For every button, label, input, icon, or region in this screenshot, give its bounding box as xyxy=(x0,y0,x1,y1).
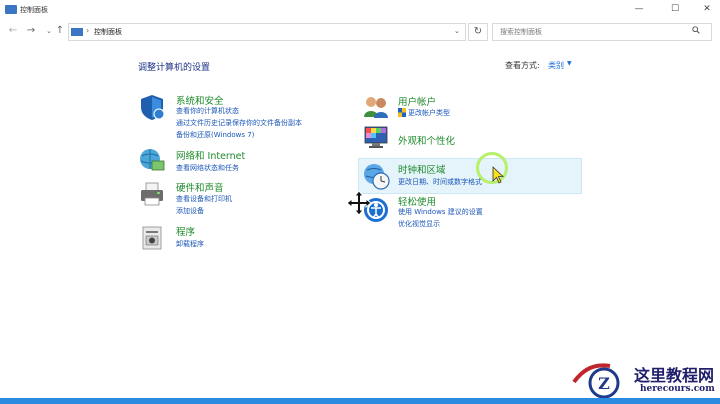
breadcrumb-separator-icon[interactable]: › xyxy=(86,26,89,35)
watermark-title: 这里教程网 xyxy=(634,366,715,385)
watermark-logo-icon: Z xyxy=(572,363,620,399)
refresh-button[interactable]: ↻ xyxy=(468,23,488,41)
appearance-icon[interactable] xyxy=(362,124,390,152)
address-bar[interactable] xyxy=(68,23,466,41)
link-uninstall-program[interactable]: 卸载程序 xyxy=(176,239,204,249)
link-devices-printers[interactable]: 查看设备和打印机 xyxy=(176,194,232,204)
view-by-caret-icon[interactable]: ▼ xyxy=(567,60,572,67)
category-hardware-sound-title[interactable]: 硬件和声音 xyxy=(176,180,224,194)
programs-icon[interactable] xyxy=(138,224,166,252)
link-view-computer-status[interactable]: 查看你的计算机状态 xyxy=(176,106,239,116)
up-arrow-icon[interactable]: ↑ xyxy=(53,24,67,38)
shield-icon[interactable] xyxy=(138,93,166,121)
window-title: 控制面板 xyxy=(20,6,48,14)
taskbar-edge xyxy=(0,398,720,404)
link-file-history-backup[interactable]: 通过文件历史记录保存你的文件备份副本 xyxy=(176,118,302,128)
category-ease-of-access-title[interactable]: 轻松使用 xyxy=(398,194,436,208)
category-programs-title[interactable]: 程序 xyxy=(176,224,195,238)
search-icon[interactable] xyxy=(692,26,700,34)
close-button[interactable]: ✕ xyxy=(693,2,720,17)
minimize-button[interactable]: — xyxy=(625,2,653,17)
breadcrumb-control-panel[interactable]: 控制面板 xyxy=(94,27,122,37)
category-clock-region-title[interactable]: 时钟和区域 xyxy=(398,162,446,176)
link-add-device[interactable]: 添加设备 xyxy=(176,206,204,216)
mouse-cursor-icon xyxy=(492,166,504,184)
network-icon[interactable] xyxy=(138,146,166,174)
watermark-url: herecours.com xyxy=(640,384,715,394)
category-user-accounts-title[interactable]: 用户帐户 xyxy=(398,94,436,108)
link-windows-recommended-settings[interactable]: 使用 Windows 建议的设置 xyxy=(398,207,483,217)
clock-globe-icon[interactable] xyxy=(362,161,392,191)
address-dropdown-icon[interactable]: ⌄ xyxy=(454,27,460,35)
category-appearance-title[interactable]: 外观和个性化 xyxy=(398,133,455,147)
view-by-label: 查看方式: xyxy=(505,61,540,70)
view-by-dropdown[interactable]: 类别 xyxy=(548,60,564,71)
users-icon[interactable] xyxy=(362,93,390,121)
move-cursor-icon xyxy=(346,190,372,216)
category-system-security-title[interactable]: 系统和安全 xyxy=(176,93,224,107)
link-change-date-time-format[interactable]: 更改日期、时间或数字格式 xyxy=(398,177,482,187)
uac-shield-icon xyxy=(398,108,406,117)
category-network-internet-title[interactable]: 网络和 Internet xyxy=(176,148,245,162)
printer-icon[interactable] xyxy=(138,180,166,208)
link-optimize-visual-display[interactable]: 优化视觉显示 xyxy=(398,219,440,229)
title-bar xyxy=(0,0,720,20)
link-change-account-type[interactable]: 更改帐户类型 xyxy=(408,108,450,118)
page-title: 调整计算机的设置 xyxy=(138,63,211,73)
watermark-logo-letter: Z xyxy=(598,374,610,393)
control-panel-icon xyxy=(5,5,17,14)
link-backup-restore[interactable]: 备份和还原(Windows 7) xyxy=(176,130,254,140)
link-network-status[interactable]: 查看网络状态和任务 xyxy=(176,163,239,173)
search-placeholder: 搜索控制面板 xyxy=(500,28,542,36)
control-panel-small-icon xyxy=(71,28,83,36)
forward-arrow-icon[interactable]: → xyxy=(24,24,38,38)
maximize-button[interactable]: ☐ xyxy=(661,2,689,17)
back-arrow-icon[interactable]: ← xyxy=(6,24,20,38)
